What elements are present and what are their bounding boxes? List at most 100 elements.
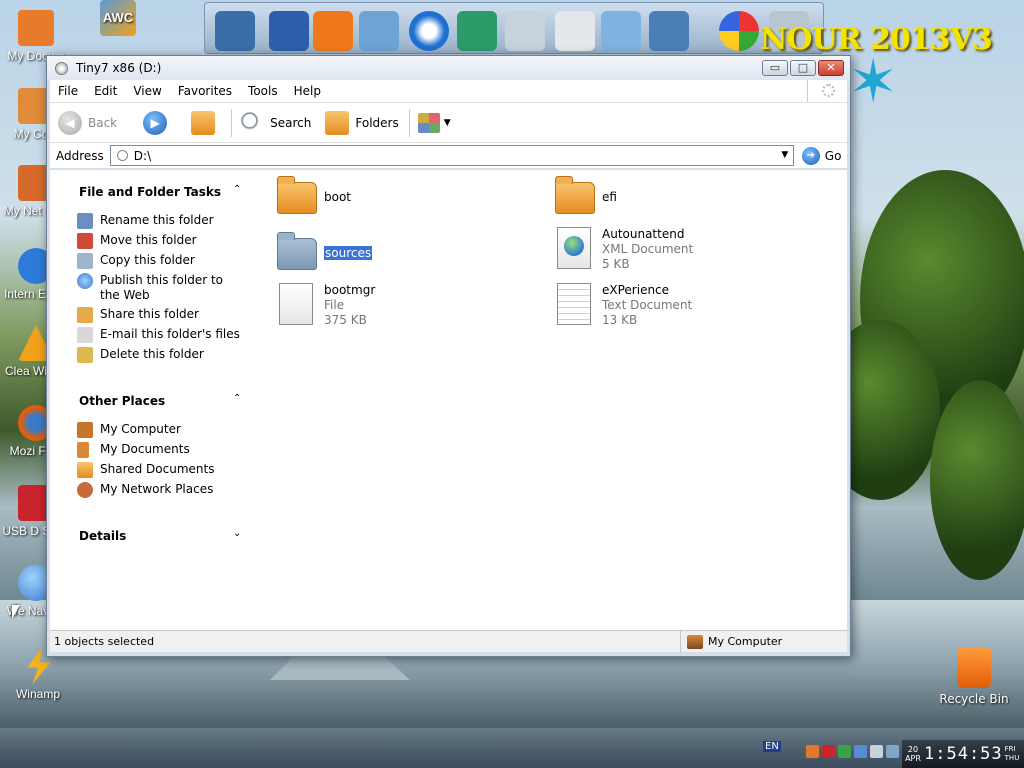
task-copy-folder[interactable]: Copy this folder [77, 253, 235, 269]
shared-folder-icon [77, 462, 93, 478]
search-label: Search [270, 115, 312, 130]
minimize-button[interactable]: ▭ [762, 60, 788, 76]
clock[interactable]: 20 APR 1:54:53 FRI THU [902, 740, 1024, 768]
search-button[interactable]: Search [240, 108, 311, 138]
file-name: bootmgr [324, 283, 376, 297]
dock-media-player-icon[interactable] [313, 11, 353, 51]
clock-day: 20 [907, 745, 919, 754]
search-icon [240, 110, 265, 135]
file-name: efi [602, 190, 617, 204]
place-label: My Network Places [100, 482, 214, 496]
desktop-icon-recycle-bin[interactable]: Recycle Bin [938, 648, 1010, 706]
dock-paint-icon[interactable] [555, 11, 595, 51]
file-name: boot [324, 190, 352, 204]
window-body: File and Folder Tasks ⌃ Rename this fold… [50, 170, 847, 630]
views-button[interactable]: ▼ [417, 108, 451, 138]
dock-screen-icon[interactable] [457, 11, 497, 51]
dock-notepad-icon[interactable] [601, 11, 641, 51]
folder-icon [18, 10, 54, 46]
clock-time: 1:54:53 [924, 744, 1003, 764]
file-type: File [324, 298, 345, 312]
clock-weekday-top: FRI [1004, 745, 1016, 753]
menu-view[interactable]: View [125, 84, 169, 98]
throbber [807, 80, 847, 102]
place-shared-documents[interactable]: Shared Documents [77, 462, 235, 478]
dock-calculator-icon[interactable] [505, 11, 545, 51]
dock-internet-explorer-icon[interactable] [409, 11, 449, 51]
tray-security-icon[interactable] [838, 744, 851, 758]
dock-windows-icon[interactable] [719, 11, 759, 51]
task-email-files[interactable]: E-mail this folder's files [77, 327, 250, 343]
folder-icon [274, 174, 318, 218]
menu-file[interactable]: File [50, 84, 86, 98]
tray-network-icon[interactable] [854, 744, 867, 758]
address-dropdown-icon[interactable]: ▼ [777, 146, 793, 165]
tasks-pane: File and Folder Tasks ⌃ Rename this fold… [50, 170, 262, 630]
task-move-folder[interactable]: Move this folder [77, 233, 235, 249]
place-my-network-places[interactable]: My Network Places [77, 482, 235, 498]
place-my-documents[interactable]: My Documents [77, 442, 235, 458]
title-bar[interactable]: Tiny7 x86 (D:) ▭ □ ✕ [47, 56, 850, 80]
window-title: Tiny7 x86 (D:) [76, 61, 162, 75]
toolbar: ◀ Back ▶ Search Folders ▼ [50, 102, 847, 142]
go-button[interactable]: ➔ Go [801, 146, 842, 165]
maximize-button[interactable]: □ [790, 60, 816, 76]
file-name: sources [324, 246, 373, 260]
file-size: 5 KB [602, 257, 630, 271]
toolbar-separator [408, 108, 410, 137]
desktop-icon-awc[interactable]: AWC [82, 0, 154, 39]
dock-settings-icon[interactable] [649, 11, 689, 51]
file-item-experience[interactable]: eXPerience Text Document 13 KB [552, 282, 692, 328]
status-location: My Computer [708, 635, 783, 648]
back-button[interactable]: ◀ Back [58, 108, 117, 138]
menu-favorites[interactable]: Favorites [170, 84, 240, 98]
address-bar: Address D:\ ▼ ➔ Go [50, 142, 847, 168]
file-item-sources[interactable]: sources [274, 230, 373, 274]
system-tray [806, 740, 902, 762]
task-publish-folder[interactable]: Publish this folder to the Web [77, 273, 235, 303]
documents-icon [77, 442, 89, 458]
tray-volume-icon[interactable] [870, 744, 883, 758]
file-folder-tasks-title[interactable]: File and Folder Tasks [79, 185, 221, 199]
menu-edit[interactable]: Edit [86, 84, 125, 98]
dock-network-icon[interactable] [269, 11, 309, 51]
tray-update-icon[interactable] [886, 744, 899, 758]
go-label: Go [824, 148, 842, 163]
expand-chevron-down-icon[interactable]: ⌄ [233, 528, 241, 539]
details-title[interactable]: Details [79, 529, 126, 543]
file-item-efi[interactable]: efi [552, 174, 617, 218]
close-button[interactable]: ✕ [818, 60, 844, 76]
task-rename-folder[interactable]: Rename this folder [77, 213, 235, 229]
other-places-title[interactable]: Other Places [79, 394, 165, 408]
wallpaper-tree [930, 380, 1024, 580]
copy-icon [77, 253, 93, 269]
rename-icon [77, 213, 93, 229]
file-item-bootmgr[interactable]: bootmgr File 375 KB [274, 282, 375, 328]
task-label: Move this folder [100, 233, 197, 247]
menu-tools[interactable]: Tools [240, 84, 286, 98]
text-document-icon [552, 282, 596, 326]
tray-app-icon[interactable] [806, 744, 819, 758]
collapse-chevron-up-icon[interactable]: ⌃ [233, 393, 241, 404]
file-list: boot efi sources Autounattend XML Docume… [262, 170, 847, 630]
forward-button[interactable]: ▶ [143, 108, 173, 138]
file-item-autounattend[interactable]: Autounattend XML Document 5 KB [552, 226, 693, 272]
dock-monitor-icon[interactable] [215, 11, 255, 51]
menu-help[interactable]: Help [286, 84, 329, 98]
task-share-folder[interactable]: Share this folder [77, 307, 235, 323]
place-my-computer[interactable]: My Computer [77, 422, 235, 438]
task-label: E-mail this folder's files [100, 327, 240, 341]
clock-month: APR [905, 754, 921, 763]
language-indicator[interactable]: EN [763, 741, 781, 752]
tray-shield-icon[interactable] [822, 744, 835, 758]
collapse-chevron-up-icon[interactable]: ⌃ [233, 184, 241, 195]
folders-button[interactable]: Folders [325, 108, 399, 138]
folders-icon [325, 110, 350, 135]
address-field[interactable]: D:\ ▼ [109, 145, 794, 166]
dock-document-icon[interactable] [359, 11, 399, 51]
up-folder-button[interactable] [191, 108, 221, 138]
file-type: XML Document [602, 242, 694, 256]
file-item-boot[interactable]: boot [274, 174, 351, 218]
task-delete-folder[interactable]: Delete this folder [77, 347, 235, 363]
globe-icon [77, 273, 93, 289]
